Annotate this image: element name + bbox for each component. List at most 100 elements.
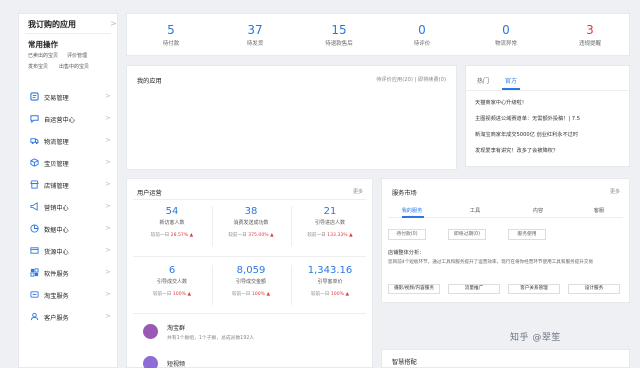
tag-traffic-promotion[interactable]: 流量推广: [448, 284, 500, 294]
up-arrow-icon: ▲: [349, 233, 353, 238]
app-status-links[interactable]: 待评价应用(20) | 即将续费(0): [376, 76, 446, 83]
my-apps-title: 我的应用: [137, 78, 162, 85]
news-item[interactable]: 新淘宝商家年成交5000亿 创业红利永不过时: [475, 131, 625, 138]
stat-label: 物流异常: [494, 41, 517, 47]
sidebar-item-logistics[interactable]: 物流管理 >: [19, 130, 119, 152]
news-panel: 热门 官方 天猫商家中心升级啦！ 主图视频进公域赛道单：无需额外投稿！| 7.5…: [465, 65, 630, 167]
metric-conversion-amount[interactable]: 8,059 引导成交金额 较前一日 100% ▲: [212, 265, 290, 309]
metric-messages-sent[interactable]: 38 消费发送成功数 较前一日 375.00% ▲: [212, 206, 290, 250]
tag-crm[interactable]: 客户关系管理: [508, 284, 560, 294]
metric-change: 较前一日 375.00% ▲: [228, 233, 274, 238]
divider: [133, 313, 366, 314]
source-icon: [30, 247, 39, 254]
sidebar: 我订购的应用 > 常用操作 已卖出的宝贝 评价管理 发布宝贝 出售中的宝贝 交易…: [18, 13, 118, 368]
tag-content-service[interactable]: 摄影/视频/内容服务: [388, 284, 440, 294]
tab-hot[interactable]: 热门: [477, 76, 489, 85]
sidebar-item-software[interactable]: 软件服务 >: [19, 262, 119, 284]
group-title[interactable]: 淘宝群: [167, 323, 185, 332]
stat-value: 0: [418, 23, 426, 37]
active-tab-indicator: [402, 216, 424, 218]
news-item[interactable]: 天猫商家中心升级啦！: [475, 99, 625, 106]
news-item[interactable]: 主图视频进公域赛道单：无需额外投稿！| 7.5: [475, 115, 625, 122]
sidebar-item-self-operation[interactable]: 自运营中心 >: [19, 108, 119, 130]
quick-link-sold-items[interactable]: 已卖出的宝贝: [28, 52, 58, 59]
box-icon: [30, 158, 39, 167]
subscribed-apps-header[interactable]: 我订购的应用 >: [28, 19, 117, 30]
megaphone-icon: [30, 202, 38, 211]
tag-design-service[interactable]: 设计服务: [568, 284, 620, 294]
sidebar-item-source[interactable]: 货源中心 >: [19, 240, 119, 262]
pending-payment-pill[interactable]: 待付款(0): [388, 229, 426, 240]
tab-content[interactable]: 内容: [513, 207, 563, 214]
tab-my-services[interactable]: 我的服务: [387, 207, 437, 214]
stat-logistics-exception[interactable]: 0 物流异常: [464, 24, 548, 48]
stat-pending-shipment[interactable]: 37 待发货: [213, 24, 297, 48]
software-icon: [30, 268, 39, 277]
stat-value: 15: [331, 23, 347, 37]
service-market-panel: 服务市场 更多 我的服务 工具 内容 客服 待付款(0) 即将过期(0) 服务使…: [381, 178, 630, 303]
quick-link-review-manage[interactable]: 评价管理: [67, 52, 87, 59]
sidebar-item-marketing[interactable]: 营销中心 >: [19, 196, 119, 218]
up-arrow-icon: ▲: [345, 292, 349, 297]
tab-official[interactable]: 官方: [505, 76, 517, 85]
metric-label: 消费发送成功数: [233, 220, 269, 226]
sidebar-item-label: 宝贝管理: [44, 161, 69, 168]
chevron-right-icon: >: [105, 246, 111, 254]
stat-value: 3: [586, 23, 594, 37]
chevron-right-icon: >: [105, 180, 111, 188]
sidebar-item-customer-service[interactable]: 客户服务 >: [19, 306, 119, 328]
chevron-right-icon: >: [105, 312, 111, 320]
stat-pending-payment[interactable]: 5 待付款: [129, 24, 213, 48]
news-item[interactable]: 发现爱李有讲究！改多了会被降权？: [475, 147, 625, 154]
service-usage-pill[interactable]: 服务使用: [508, 229, 546, 240]
sidebar-item-taobao-service[interactable]: 淘宝服务 >: [19, 284, 119, 306]
metric-value: 6: [168, 265, 176, 276]
chevron-right-icon: >: [105, 136, 111, 144]
video-title[interactable]: 短视频: [167, 359, 185, 368]
metric-avg-order-value[interactable]: 1,343.16 引导客单价 较前一日 100% ▲: [291, 265, 369, 309]
metric-label: 引导客单价: [317, 279, 343, 285]
metric-new-visitors[interactable]: 54 新访客人数 较前一日 28.57% ▲: [133, 206, 211, 250]
up-arrow-icon: ▲: [270, 233, 274, 238]
metric-value: 1,343.16: [307, 265, 353, 276]
more-link[interactable]: 更多: [610, 188, 620, 195]
stat-label: 待付款: [162, 41, 180, 47]
user-icon: [30, 312, 39, 321]
chevron-right-icon: >: [105, 224, 111, 232]
stat-label: 待评价: [413, 41, 431, 47]
smart-match-panel: 智慧搭配: [381, 349, 630, 368]
sidebar-item-label: 营销中心: [44, 205, 69, 212]
metric-conversion-users[interactable]: 6 引导成交人数 较前一日 100% ▲: [133, 265, 211, 309]
sidebar-item-store[interactable]: 店铺管理 >: [19, 174, 119, 196]
metric-store-visitors[interactable]: 21 引导进店人数 较前一日 133.33% ▲: [291, 206, 369, 250]
sidebar-item-data[interactable]: 数据中心 >: [19, 218, 119, 240]
tab-customer-service[interactable]: 客服: [574, 207, 624, 214]
stat-violation-alert[interactable]: 3 违规提醒: [548, 23, 632, 48]
my-apps-panel: 我的应用 待评价应用(20) | 即将续费(0): [126, 65, 457, 170]
stat-pending-review[interactable]: 0 待评价: [380, 23, 464, 48]
sidebar-item-label: 物流管理: [44, 139, 69, 146]
metric-value: 54: [165, 206, 179, 217]
stat-label: 待发货: [246, 41, 264, 47]
smart-match-title: 智慧搭配: [392, 359, 417, 366]
active-tab-indicator: [502, 88, 520, 90]
sidebar-item-trade[interactable]: 交易管理 >: [19, 86, 119, 108]
chevron-right-icon: >: [105, 290, 111, 298]
sidebar-item-label: 淘宝服务: [44, 293, 69, 300]
data-icon: [30, 224, 39, 233]
short-video-icon: [143, 356, 158, 368]
more-link[interactable]: 更多: [353, 188, 363, 195]
chevron-right-icon: >: [105, 92, 111, 100]
sidebar-item-label: 软件服务: [44, 271, 69, 278]
sidebar-item-items[interactable]: 宝贝管理 >: [19, 152, 119, 174]
expiring-soon-pill[interactable]: 即将过期(0): [448, 229, 486, 240]
quick-link-publish-item[interactable]: 发布宝贝: [28, 63, 48, 70]
metric-label: 引导成交人数: [156, 279, 187, 285]
truck-icon: [30, 138, 39, 145]
subscribed-apps-title: 我订购的应用: [28, 20, 76, 29]
quick-link-on-sale[interactable]: 出售中的宝贝: [59, 63, 89, 70]
stat-pending-refund[interactable]: 15 待退款售后: [297, 23, 381, 48]
metric-value: 8,059: [236, 265, 266, 276]
tab-tools[interactable]: 工具: [450, 207, 500, 214]
up-arrow-icon: ▲: [187, 292, 191, 297]
